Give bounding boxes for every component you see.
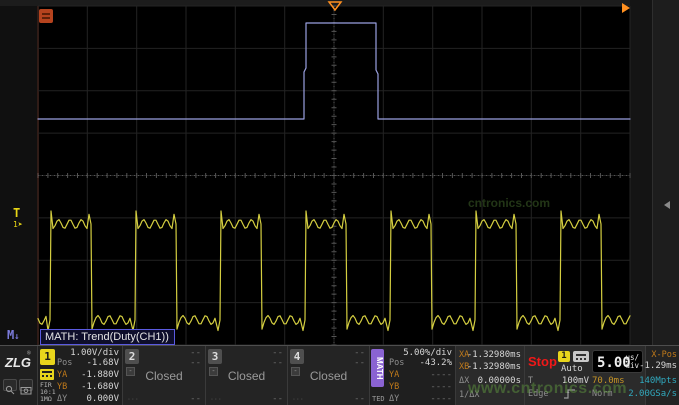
channel-1-position: -1.68V	[86, 359, 119, 368]
math-position: -43.2%	[419, 359, 452, 368]
cursor-ya-value: -1.880V	[81, 371, 119, 380]
channel-2-panel[interactable]: 2 -- -- - Closed ··· --	[122, 346, 205, 405]
math-badge[interactable]: MATH	[371, 349, 384, 387]
channel-3-panel[interactable]: 3 -- -- - Closed ··· --	[205, 346, 287, 405]
cursor-dx-value: 0.00000s	[478, 377, 521, 386]
horizontal-position-arrow-icon[interactable]	[621, 2, 631, 14]
sample-rate: 2.00GSa/s	[607, 390, 677, 399]
left-edge-clip-indicator	[37, 6, 39, 345]
channel-1-panel[interactable]: 1 FIR 10:1 1MΩ 1.00V/div Pos -1.68V YA -…	[37, 346, 122, 405]
math-panel[interactable]: MATH TED 5.00%/div Pos -43.2% YA ---- YB…	[369, 346, 455, 405]
channel-1-impedance: 1MΩ	[40, 396, 52, 403]
trigger-settings-column: 1 Auto 100mV	[558, 346, 590, 405]
level-arrow-icon[interactable]	[663, 200, 671, 210]
channel-1-scale: 1.00V/div	[70, 349, 119, 358]
cursor-xa-value: -1.32980ms	[467, 351, 521, 360]
channel-3-status: Closed	[206, 369, 287, 383]
run-state-column: Stop T Edge	[524, 346, 558, 405]
timebase-button[interactable]: 5.00 us/div	[592, 350, 643, 373]
channel-1-badge[interactable]: 1	[40, 349, 55, 365]
xpos-value: -1.29ms	[639, 362, 677, 371]
math-channel-marker[interactable]: M↓	[7, 328, 20, 342]
cursor-dy-value: 0.000V	[86, 395, 119, 404]
channel-1-coupling-icon	[40, 369, 54, 380]
cursor-yb-value: -1.680V	[81, 383, 119, 392]
trigger-letter: T	[13, 206, 20, 220]
trigger-type[interactable]: Edge	[528, 390, 548, 399]
channel-4-panel[interactable]: 4 -- -- - Closed ··· --	[287, 346, 369, 405]
right-scroll-column[interactable]	[652, 0, 679, 345]
cursor-x-panel[interactable]: XA -1.32980ms XB -1.32980ms ΔX 0.00000s …	[455, 346, 524, 405]
math-sub-badge: TED	[372, 395, 385, 403]
oscilloscope-screen: T 1➤ M↓ MATH: Trend(Duty(CH1)) www.cntro…	[0, 0, 679, 405]
left-margin	[0, 6, 38, 345]
channel-3-badge[interactable]: 3	[208, 349, 222, 364]
trigger-coupling-icon[interactable]	[573, 351, 589, 362]
trigger-source-badge[interactable]: 1	[558, 351, 570, 362]
cursor-xb-value: -1.32980ms	[467, 363, 521, 372]
trigger-label: T	[528, 377, 533, 386]
rising-edge-icon	[562, 388, 578, 400]
brand-block: ZLG ®	[0, 346, 37, 405]
trigger-level: 100mV	[562, 377, 589, 386]
timebase-unit: us/div	[625, 354, 639, 370]
trigger-position-marker-icon[interactable]	[327, 0, 343, 12]
channel-4-badge[interactable]: 4	[290, 349, 304, 364]
waveform-display[interactable]	[38, 6, 630, 345]
trigger-source-marker[interactable]: T 1➤	[13, 208, 23, 230]
zoom-tool-button[interactable]	[3, 379, 17, 391]
channel-2-badge[interactable]: 2	[125, 349, 139, 364]
math-scale: 5.00%/div	[403, 349, 452, 358]
channel-2-status: Closed	[123, 369, 205, 383]
horizontal-info-column: X-Pos -1.29ms 140Mpts 2.00GSa/s	[645, 346, 679, 405]
right-margin	[630, 0, 679, 345]
registered-mark: ®	[27, 350, 31, 357]
record-status-badge[interactable]	[39, 9, 53, 23]
camera-icon	[20, 385, 32, 395]
channel-4-status: Closed	[288, 369, 369, 383]
trigger-arrow-icon: ➤	[18, 220, 23, 229]
brand-logo: ZLG	[5, 355, 31, 370]
memory-depth: 140Mpts	[617, 377, 677, 386]
screenshot-button[interactable]	[19, 379, 33, 391]
magnifier-icon	[4, 385, 16, 395]
status-bar: ZLG ® 1 FIR 10:1 1MΩ 1.00V/div Pos -1.68…	[0, 345, 679, 405]
run-stop-button[interactable]: Stop	[528, 354, 557, 369]
xpos-label: X-Pos	[651, 351, 677, 360]
trigger-mode[interactable]: Auto	[561, 365, 583, 374]
math-expression-label[interactable]: MATH: Trend(Duty(CH1))	[40, 329, 175, 345]
